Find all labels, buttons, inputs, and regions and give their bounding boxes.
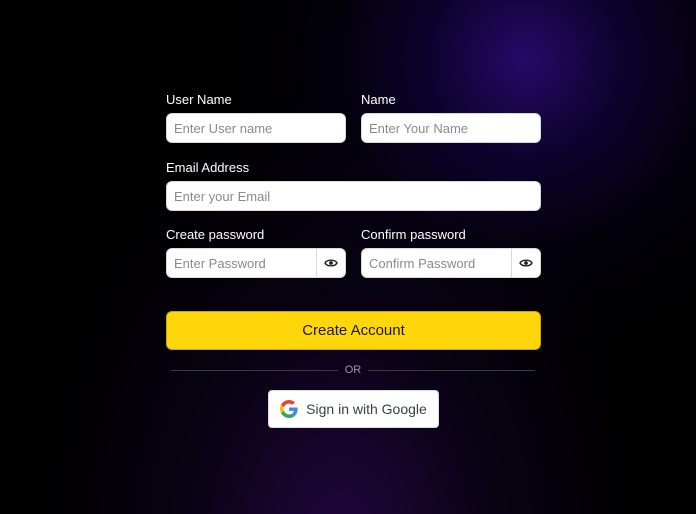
confirm-password-visibility-toggle[interactable] — [511, 249, 540, 277]
confirm-password-field — [361, 248, 541, 278]
name-label: Name — [361, 92, 396, 107]
confirm-password-input[interactable] — [362, 249, 511, 277]
name-input[interactable] — [362, 114, 540, 142]
name-field — [361, 113, 541, 143]
email-label: Email Address — [166, 160, 250, 175]
password-label: Create password — [166, 227, 265, 242]
confirm-password-label: Confirm password — [361, 227, 466, 242]
google-logo-icon — [280, 400, 298, 418]
or-separator: OR — [344, 364, 362, 376]
eye-icon — [324, 259, 338, 267]
divider-line-right — [368, 370, 535, 371]
background-glow — [0, 0, 696, 514]
create-account-button[interactable]: Create Account — [166, 311, 541, 350]
username-field — [166, 113, 346, 143]
password-input[interactable] — [167, 249, 316, 277]
username-label: User Name — [166, 92, 232, 107]
divider-line-left — [171, 370, 338, 371]
password-visibility-toggle[interactable] — [316, 249, 345, 277]
google-signin-button[interactable]: Sign in with Google — [268, 390, 439, 428]
password-field — [166, 248, 346, 278]
eye-icon — [519, 259, 533, 267]
username-input[interactable] — [167, 114, 345, 142]
email-field — [166, 181, 541, 211]
google-signin-label: Sign in with Google — [306, 401, 427, 417]
email-input[interactable] — [167, 182, 540, 210]
